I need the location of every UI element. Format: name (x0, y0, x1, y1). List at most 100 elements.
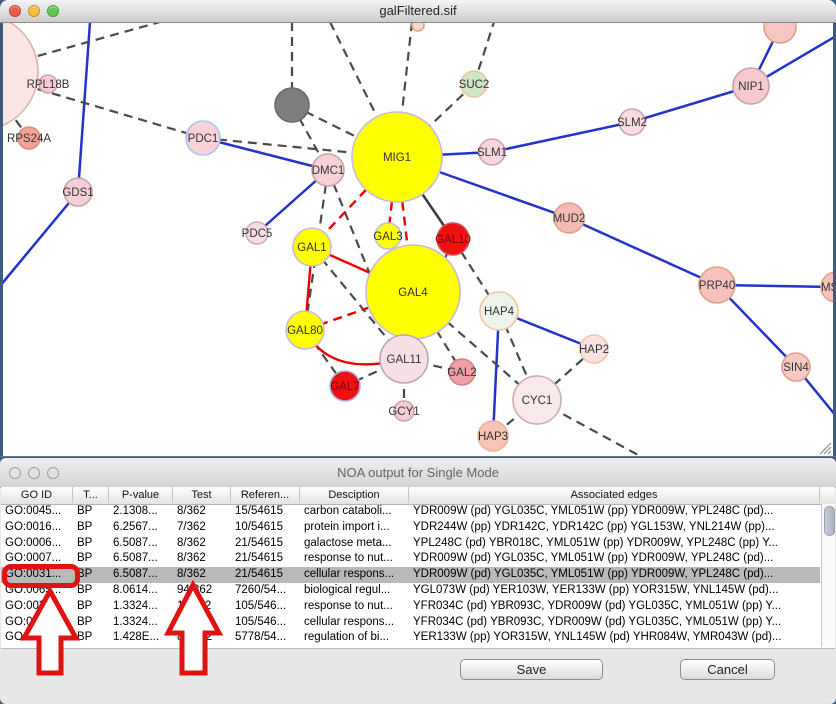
table-cell: YER133W (pp) YOR315W, YNL145W (pd) YHR08… (409, 630, 820, 646)
network-node-label: GAL7 (330, 381, 359, 393)
table-cell: 8/362 (173, 551, 231, 567)
column-header-desciption[interactable]: Desciption (300, 487, 409, 503)
network-node-label: GAL4 (398, 287, 428, 299)
table-cell: YFR034C (pd) YBR093C, YDR009W (pd) YGL03… (409, 599, 820, 615)
network-node-label: PDC1 (188, 133, 219, 145)
network-background (3, 22, 833, 456)
table-cell: BP (73, 520, 109, 536)
table-cell: 7260/54... (231, 583, 300, 599)
table-cell: 80/362 (173, 630, 231, 646)
table-row[interactable]: GO:0031...BP1.3324...11/362105/546...cel… (1, 615, 820, 631)
table-cell: 21/54615 (231, 551, 300, 567)
table-cell: 1.428E... (109, 630, 173, 646)
table-cell: 94/362 (173, 583, 231, 599)
network-node-label: DMC1 (312, 165, 345, 177)
table-cell: GO:0031... (1, 567, 73, 583)
table-cell: 1.3324... (109, 599, 173, 615)
table-cell: galactose meta... (300, 536, 409, 552)
table-cell: BP (73, 504, 109, 520)
table-cell: GO:0065... (1, 583, 73, 599)
scrollbar-thumb[interactable] (824, 506, 835, 536)
network-node-label: GAL80 (287, 325, 323, 337)
network-node-label: GAL11 (387, 354, 422, 366)
table-cell: 15/54615 (231, 504, 300, 520)
network-node-label: RPL18B (27, 79, 70, 91)
table-cell: GO:0031... (1, 615, 73, 631)
network-node-label: RPS24A (7, 133, 51, 145)
table-cell: GO:0007... (1, 551, 73, 567)
network-canvas[interactable]: RPL18BRPS24APDC1GDS1PDC5DMC1MIG1SUC2SLM1… (0, 0, 836, 456)
table-row[interactable]: GO:0006...BP6.5087...8/36221/54615galact… (1, 536, 820, 552)
network-node-label: GAL1 (297, 242, 326, 254)
save-button[interactable]: Save (460, 659, 603, 680)
column-header-t[interactable]: T... (73, 487, 109, 503)
table-cell: BP (73, 583, 109, 599)
table-cell: BP (73, 615, 109, 631)
table-row[interactable]: GO:0045...BP2.1308...8/36215/54615carbon… (1, 504, 820, 520)
table-cell: GO:0031... (1, 599, 73, 615)
network-window: RPL18BRPS24APDC1GDS1PDC5DMC1MIG1SUC2SLM1… (0, 0, 836, 457)
table-cell: 105/546... (231, 599, 300, 615)
table-cell: 2.1308... (109, 504, 173, 520)
cancel-button[interactable]: Cancel (680, 659, 775, 680)
network-node-label: PRP40 (699, 280, 735, 292)
network-node-label: HAP3 (478, 431, 508, 443)
noa-output-window: NOA output for Single Mode GO IDT...P-va… (0, 458, 836, 704)
network-node-label: MIG1 (383, 152, 411, 164)
network-node-label: PDC5 (242, 228, 273, 240)
table-cell: 21/54615 (231, 567, 300, 583)
table-cell: YFR034C (pd) YBR093C, YDR009W (pd) YGL03… (409, 615, 820, 631)
table-cell: BP (73, 536, 109, 552)
noa-window-titlebar[interactable]: NOA output for Single Mode (0, 458, 836, 488)
column-header-go-id[interactable]: GO ID (1, 487, 73, 503)
window-title: galFiltered.sif (0, 3, 836, 18)
table-cell: YDR009W (pd) YGL035C, YML051W (pp) YDR00… (409, 504, 820, 520)
table-cell: 7/362 (173, 520, 231, 536)
table-cell: GO:0006... (1, 536, 73, 552)
network-node-label: MSL1 (821, 282, 836, 294)
table-cell: YDR009W (pd) YGL035C, YML051W (pp) YDR00… (409, 551, 820, 567)
table-cell: 105/546... (231, 615, 300, 631)
table-cell: cellular respons... (300, 615, 409, 631)
table-row[interactable]: GO:0007...BP6.5087...8/36221/54615respon… (1, 551, 820, 567)
table-row[interactable]: GO:0065...BP8.0614...94/3627260/54...bio… (1, 583, 820, 599)
table-cell: YPL248C (pd) YBR018C, YML051W (pp) YDR00… (409, 536, 820, 552)
network-node-label: HAP2 (579, 344, 609, 356)
table-cell: 11/362 (173, 599, 231, 615)
network-node-label: NIP1 (738, 81, 764, 93)
table-cell: 6.5087... (109, 551, 173, 567)
network-node-label: SLM1 (477, 147, 507, 159)
table-cell: response to nut... (300, 551, 409, 567)
table-cell: 6.5087... (109, 536, 173, 552)
table-row[interactable]: GO:0031...BP1.3324...11/362105/546...res… (1, 599, 820, 615)
vertical-scrollbar[interactable] (821, 504, 835, 647)
table-cell: biological regul... (300, 583, 409, 599)
table-row[interactable]: GO:0031...BP6.5087...8/36221/54615cellul… (1, 567, 820, 583)
column-header-referen[interactable]: Referen... (231, 487, 300, 503)
table-cell: 21/54615 (231, 536, 300, 552)
table-cell: carbon cataboli... (300, 504, 409, 520)
column-header-p-value[interactable]: P-value (109, 487, 173, 503)
column-header-test[interactable]: Test (173, 487, 231, 503)
network-node-label: GDS1 (62, 187, 93, 199)
table-cell: 10/54615 (231, 520, 300, 536)
column-header-associated-edges[interactable]: Associated edges (409, 487, 820, 503)
table-row[interactable]: GO:0050...BP1.428E...80/3625778/54...reg… (1, 630, 820, 646)
table-cell: BP (73, 551, 109, 567)
table-cell: GO:0045... (1, 504, 73, 520)
table-cell: cellular respons... (300, 567, 409, 583)
table-row[interactable]: GO:0016...BP6.2567...7/36210/54615protei… (1, 520, 820, 536)
network-node-label: GAL3 (373, 231, 402, 243)
network-node-label: GAL10 (435, 234, 471, 246)
table-cell: 6.5087... (109, 567, 173, 583)
network-window-titlebar[interactable]: galFiltered.sif (0, 0, 836, 23)
network-node-label: MUD2 (553, 213, 586, 225)
network-node-gray[interactable] (275, 88, 309, 122)
table-cell: YDR244W (pp) YDR142C, YDR142C (pp) YGL15… (409, 520, 820, 536)
table-cell: 5778/54... (231, 630, 300, 646)
table-cell: GO:0050... (1, 630, 73, 646)
table-cell: 1.3324... (109, 615, 173, 631)
network-node-label: GAL2 (447, 367, 476, 379)
network-node-label: SIN4 (783, 362, 809, 374)
window-title: NOA output for Single Mode (0, 465, 836, 480)
